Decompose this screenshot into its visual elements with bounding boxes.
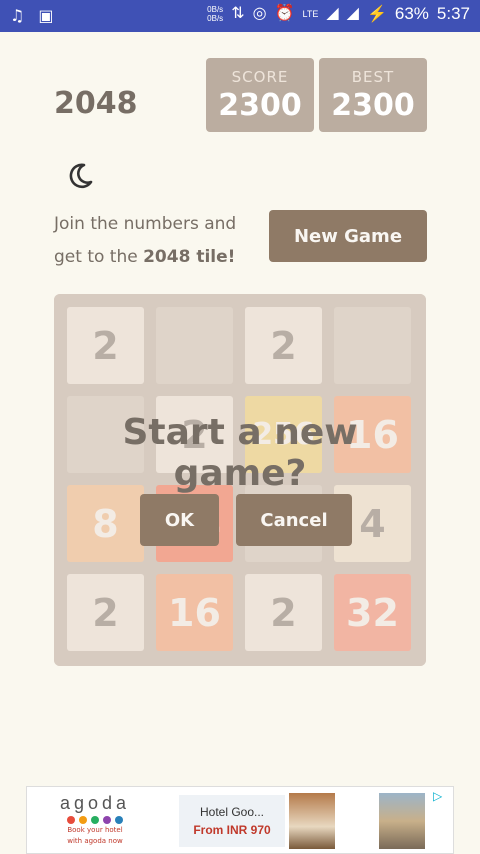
ad-choices-icon[interactable]: ▷	[433, 789, 447, 803]
dialog-message: Start a new game?	[122, 412, 358, 494]
battery-percent: 63%	[394, 4, 429, 23]
cancel-button[interactable]: Cancel	[236, 494, 352, 546]
ad-hotel-card[interactable]: Hotel Goo... From INR 970	[179, 795, 285, 847]
best-label: BEST	[351, 68, 395, 86]
ok-button[interactable]: OK	[140, 494, 219, 546]
data-transfer-icon: ⇅	[231, 5, 245, 22]
score-box: SCORE 2300	[206, 58, 314, 132]
score-label: SCORE	[231, 68, 289, 86]
score-value: 2300	[218, 88, 302, 123]
music-note-icon: ♫	[10, 6, 25, 25]
clock: 5:37	[436, 4, 470, 23]
alarm-icon: ⏰	[274, 5, 295, 22]
charging-icon: ⚡	[366, 6, 387, 23]
ad-banner[interactable]: agoda Book your hotel with agoda now Hot…	[26, 786, 454, 854]
moon-icon[interactable]	[64, 160, 96, 192]
intro-text: Join the numbers and get to the 2048 til…	[54, 214, 237, 267]
network-type: LTE	[302, 9, 319, 19]
game-title: 2048	[54, 86, 138, 121]
best-box: BEST 2300	[319, 58, 427, 132]
hotspot-icon: ◎	[252, 5, 267, 22]
network-speed: 0B/s 0B/s	[207, 5, 224, 23]
signal-no-data-icon: ◢	[346, 5, 359, 22]
hotel-room-image[interactable]	[289, 793, 335, 849]
agoda-logo: agoda Book your hotel with agoda now	[59, 793, 131, 845]
best-value: 2300	[331, 88, 415, 123]
signal-icon: ◢	[326, 5, 339, 22]
hotel-building-image[interactable]	[379, 793, 425, 849]
image-icon: ▣	[38, 6, 54, 25]
status-bar: ♫ ▣ 0B/s 0B/s ⇅ ◎ ⏰ LTE ◢ ◢ ⚡ 63% 5:37	[0, 0, 480, 32]
new-game-button[interactable]: New Game	[269, 210, 427, 262]
